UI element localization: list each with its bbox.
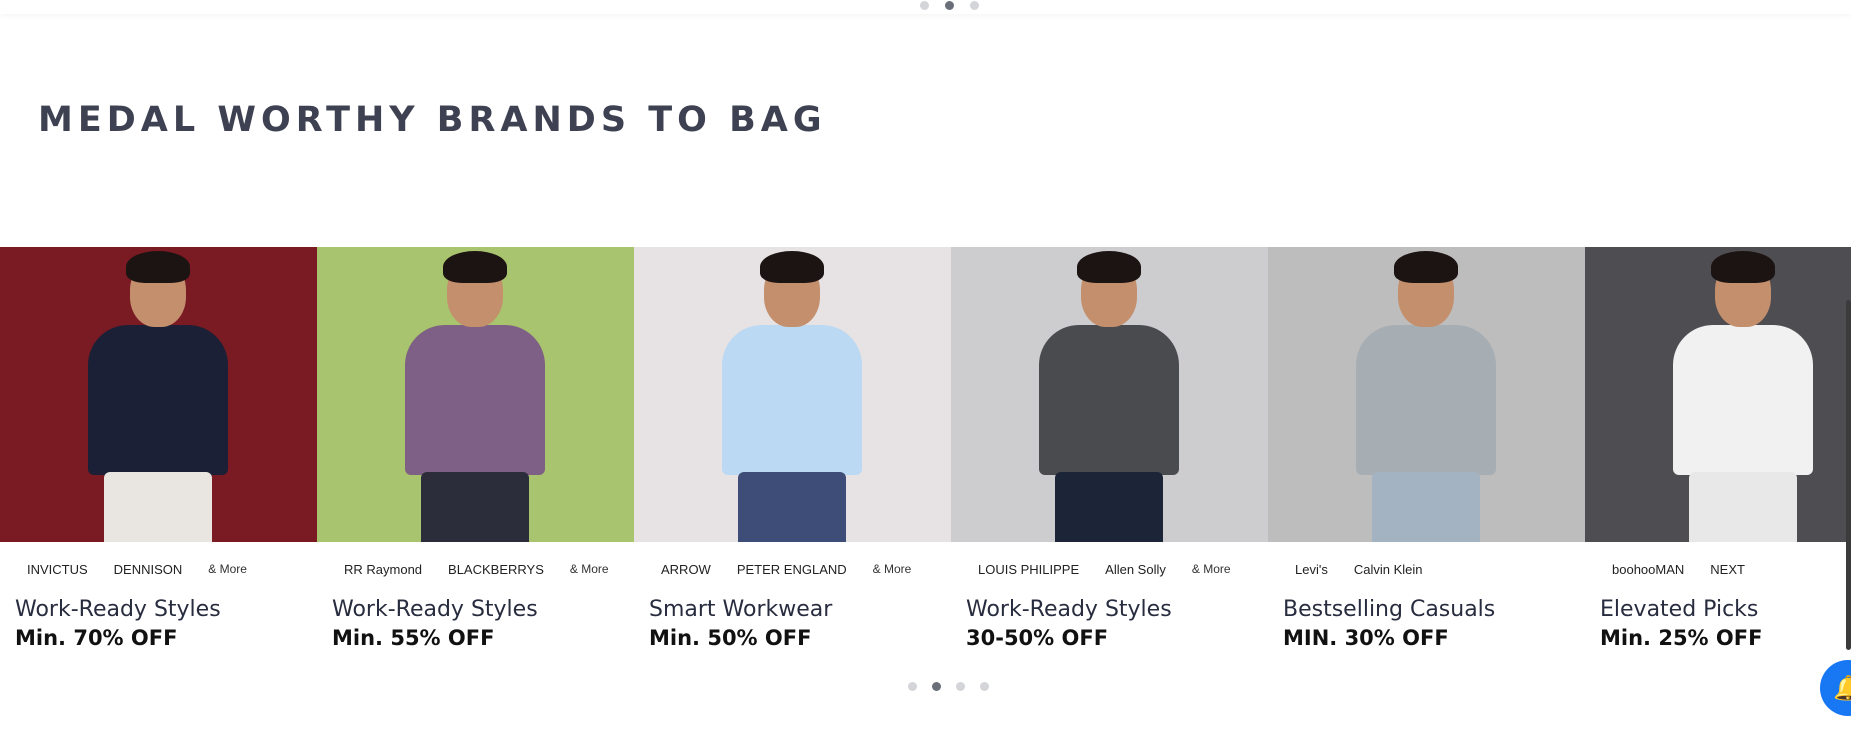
model-pants	[738, 472, 846, 542]
model-shirt	[405, 325, 545, 475]
brand-card[interactable]: boohooMAN NEXT Elevated Picks Min. 25% OFF	[1585, 247, 1851, 662]
card-offer: 30-50% OFF	[966, 626, 1109, 650]
brand-logos: Levi's Calvin Klein	[1283, 542, 1585, 596]
more-brands-label: & More	[1191, 562, 1231, 576]
carousel-dot[interactable]	[980, 682, 989, 691]
model-pants	[1055, 472, 1163, 542]
brand-card[interactable]: ARROW PETER ENGLAND & More Smart Workwear Mi…	[634, 247, 951, 662]
model-pants	[104, 472, 212, 542]
model-hair	[443, 251, 507, 283]
more-brands-label: & More	[569, 562, 609, 576]
card-caption: Work-Ready Styles	[966, 597, 1172, 622]
model-pants	[421, 472, 529, 542]
brand-card[interactable]: LOUIS PHILIPPE Allen Solly & More Work-Read…	[951, 247, 1268, 662]
section-title: MEDAL WORTHY BRANDS TO BAG	[38, 100, 827, 140]
model-hair	[760, 251, 824, 283]
card-offer: Min. 50% OFF	[649, 626, 812, 650]
brand-card-image	[1268, 247, 1585, 542]
card-offer: Min. 25% OFF	[1600, 626, 1763, 650]
model-shirt	[1673, 325, 1813, 475]
brand-logos: ARROW PETER ENGLAND & More	[649, 542, 951, 596]
brand-card-image	[1585, 247, 1851, 542]
brand-card-image	[951, 247, 1268, 542]
brand-card-info: INVICTUS DENNISON & More Work-Ready Styles M…	[0, 542, 317, 662]
model-pants	[1689, 472, 1797, 542]
carousel-dot[interactable]	[956, 682, 965, 691]
model-shirt	[722, 325, 862, 475]
top-carousel-dots	[920, 1, 979, 10]
carousel-dot-active[interactable]	[945, 1, 954, 10]
brand-card-info: LOUIS PHILIPPE Allen Solly & More Work-Read…	[951, 542, 1268, 662]
brand-logos: INVICTUS DENNISON & More	[15, 542, 317, 596]
model-hair	[126, 251, 190, 283]
card-caption: Work-Ready Styles	[332, 597, 538, 622]
brand-card-image	[0, 247, 317, 542]
page-scrollbar-thumb[interactable]	[1846, 300, 1851, 650]
card-offer: Min. 70% OFF	[15, 626, 178, 650]
brand-logo: PETER ENGLAND	[736, 561, 847, 577]
model-shirt	[1039, 325, 1179, 475]
carousel-track: INVICTUS DENNISON & More Work-Ready Styles M…	[0, 247, 1851, 662]
brand-card[interactable]: INVICTUS DENNISON & More Work-Ready Styles M…	[0, 247, 317, 662]
card-caption: Bestselling Casuals	[1283, 597, 1496, 622]
model-shirt	[88, 325, 228, 475]
card-caption: Smart Workwear	[649, 597, 833, 622]
bottom-carousel-dots	[908, 682, 989, 691]
brand-card[interactable]: RR Raymond BLACKBERRYS & More Work-Ready St…	[317, 247, 634, 662]
brand-logo: Allen Solly	[1105, 561, 1166, 577]
card-offer: Min. 55% OFF	[332, 626, 495, 650]
brand-logo: RR Raymond	[344, 561, 423, 577]
carousel-dot[interactable]	[970, 1, 979, 10]
brand-card[interactable]: Levi's Calvin Klein Bestselling Casuals MIN…	[1268, 247, 1585, 662]
brand-card-info: boohooMAN NEXT Elevated Picks Min. 25% OFF	[1585, 542, 1851, 662]
model-hair	[1394, 251, 1458, 283]
carousel-dot[interactable]	[908, 682, 917, 691]
carousel-dot[interactable]	[920, 1, 929, 10]
brand-card-info: ARROW PETER ENGLAND & More Smart Workwear Mi…	[634, 542, 951, 662]
brand-card-info: Levi's Calvin Klein Bestselling Casuals MIN…	[1268, 542, 1585, 662]
brand-logos: LOUIS PHILIPPE Allen Solly & More	[966, 542, 1268, 596]
brand-card-info: RR Raymond BLACKBERRYS & More Work-Ready St…	[317, 542, 634, 662]
brand-logo: Calvin Klein	[1353, 561, 1423, 577]
brand-logo: boohooMAN	[1612, 561, 1685, 577]
brand-logo: Levi's	[1295, 561, 1328, 577]
notification-button[interactable]: 🔔	[1820, 660, 1851, 716]
model-hair	[1711, 251, 1775, 283]
bell-icon: 🔔	[1833, 674, 1851, 702]
brand-card-image	[634, 247, 951, 542]
brand-logo: LOUIS PHILIPPE	[978, 561, 1080, 577]
model-hair	[1077, 251, 1141, 283]
brand-logos: RR Raymond BLACKBERRYS & More	[332, 542, 634, 596]
more-brands-label: & More	[872, 562, 912, 576]
carousel-dot-active[interactable]	[932, 682, 941, 691]
brand-logo: NEXT	[1710, 561, 1745, 577]
brand-logo: DENNISON	[113, 561, 183, 577]
more-brands-label: & More	[208, 562, 247, 576]
brand-logos: boohooMAN NEXT	[1600, 542, 1851, 596]
brand-card-image	[317, 247, 634, 542]
model-shirt	[1356, 325, 1496, 475]
brand-logo: INVICTUS	[27, 561, 88, 577]
brand-logo: ARROW	[661, 561, 711, 577]
card-offer: MIN. 30% OFF	[1283, 626, 1449, 650]
brand-logo: BLACKBERRYS	[448, 561, 544, 577]
model-pants	[1372, 472, 1480, 542]
card-caption: Work-Ready Styles	[15, 597, 221, 622]
card-caption: Elevated Picks	[1600, 597, 1759, 622]
previous-section-strip	[0, 0, 1851, 14]
brands-carousel[interactable]: INVICTUS DENNISON & More Work-Ready Styles M…	[0, 247, 1851, 662]
